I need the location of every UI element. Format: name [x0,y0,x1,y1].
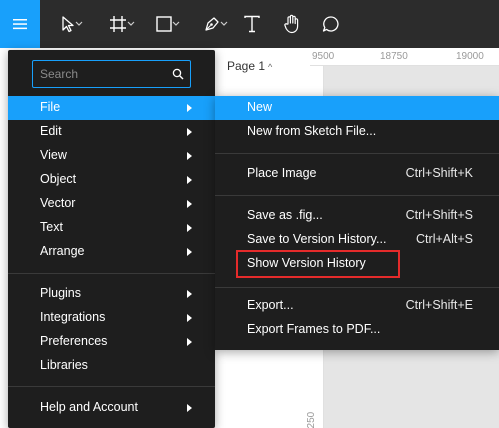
menu-item-label: Edit [40,124,62,138]
text-tool-button[interactable] [240,0,264,48]
toolbar [0,0,499,48]
submenu-item-place-image[interactable]: Place Image Ctrl+Shift+K [215,162,499,186]
ruler-label: 19000 [456,51,484,62]
submenu-item-label: Save as .fig... [247,208,323,222]
menu-item-label: Text [40,220,63,234]
menu-item-label: Help and Account [40,400,138,414]
menu-divider [215,153,499,154]
keyboard-shortcut: Ctrl+Alt+S [416,232,473,246]
chevron-down-icon [127,21,135,26]
keyboard-shortcut: Ctrl+Shift+E [405,298,473,312]
menu-item-preferences[interactable]: Preferences [8,330,215,354]
menu-item-file[interactable]: File [8,96,215,120]
search-input[interactable]: Search [32,60,191,88]
menu-item-object[interactable]: Object [8,168,215,192]
menu-item-vector[interactable]: Vector [8,192,215,216]
rectangle-icon [156,16,172,32]
main-menu: Search File Edit View Object Vector Text… [8,50,215,428]
submenu-item-label: New [247,100,273,114]
chevron-down-icon [75,21,83,26]
comment-tool-button[interactable] [318,0,344,48]
menu-item-help-and-account[interactable]: Help and Account [8,396,215,420]
chevron-right-icon [187,338,192,346]
submenu-item-label: Save to Version History... [247,232,387,246]
cursor-arrow-icon [62,16,74,33]
top-ruler: 9500 18750 19000 [310,48,499,66]
chevron-right-icon [187,104,192,112]
menu-divider [8,386,215,387]
hamburger-icon [13,19,27,30]
pen-tool-button[interactable] [193,0,231,48]
text-t-icon [244,15,260,33]
submenu-item-save-to-version-history[interactable]: Save to Version History... Ctrl+Alt+S [215,228,499,252]
menu-item-label: Arrange [40,244,85,258]
menu-item-label: Object [40,172,77,186]
chevron-down-icon [220,21,228,26]
menu-item-text[interactable]: Text [8,216,215,240]
menu-item-view[interactable]: View [8,144,215,168]
search-icon [172,68,184,80]
menu-item-label: Libraries [40,358,88,372]
hand-icon [284,14,299,34]
chevron-down-icon [172,21,180,26]
menu-item-label: Preferences [40,334,108,348]
file-submenu: New New from Sketch File... Place Image C… [215,96,499,350]
search-placeholder: Search [40,67,79,81]
chevron-right-icon [187,128,192,136]
menu-item-label: Plugins [40,286,81,300]
menu-item-arrange[interactable]: Arrange [8,240,215,264]
page-selector-label: Page 1 [227,59,266,73]
main-menu-button[interactable] [0,0,40,48]
submenu-item-new[interactable]: New [215,96,499,120]
menu-item-edit[interactable]: Edit [8,120,215,144]
menu-divider [215,195,499,196]
submenu-item-export[interactable]: Export... Ctrl+Shift+E [215,294,499,318]
submenu-item-save-as-fig[interactable]: Save as .fig... Ctrl+Shift+S [215,204,499,228]
submenu-item-label: Export Frames to PDF... [247,322,381,336]
menu-item-label: Vector [40,196,76,210]
keyboard-shortcut: Ctrl+Shift+S [405,208,473,222]
ruler-label: 18750 [380,51,408,62]
ruler-label: 9500 [312,51,335,62]
chevron-up-icon: ^ [268,62,273,72]
menu-item-plugins[interactable]: Plugins [8,282,215,306]
submenu-item-label: Place Image [247,166,317,180]
frame-tool-button[interactable] [100,0,136,48]
highlight-box [236,250,400,278]
chevron-right-icon [187,224,192,232]
menu-item-label: View [40,148,67,162]
submenu-item-export-frames-pdf[interactable]: Export Frames to PDF... [215,318,499,342]
ruler-label: 4250 [306,411,317,428]
menu-item-label: File [40,100,61,114]
chevron-right-icon [187,176,192,184]
submenu-item-label: Export... [247,298,294,312]
chevron-right-icon [187,314,192,322]
hand-tool-button[interactable] [280,0,304,48]
move-tool-button[interactable] [50,0,86,48]
page-selector[interactable]: Page 1 ^ [227,59,272,73]
chevron-right-icon [187,248,192,256]
shape-tool-button[interactable] [145,0,183,48]
frame-grid-icon [110,16,126,32]
chevron-right-icon [187,152,192,160]
chevron-right-icon [187,200,192,208]
menu-divider [8,273,215,274]
menu-item-label: Integrations [40,310,106,324]
menu-divider [215,287,499,288]
pen-icon [205,17,219,31]
submenu-item-label: New from Sketch File... [247,124,377,138]
chevron-right-icon [187,404,192,412]
chevron-right-icon [187,290,192,298]
menu-item-integrations[interactable]: Integrations [8,306,215,330]
keyboard-shortcut: Ctrl+Shift+K [405,166,473,180]
menu-item-libraries[interactable]: Libraries [8,354,215,378]
speech-bubble-icon [322,16,339,32]
submenu-item-new-from-sketch[interactable]: New from Sketch File... [215,120,499,144]
